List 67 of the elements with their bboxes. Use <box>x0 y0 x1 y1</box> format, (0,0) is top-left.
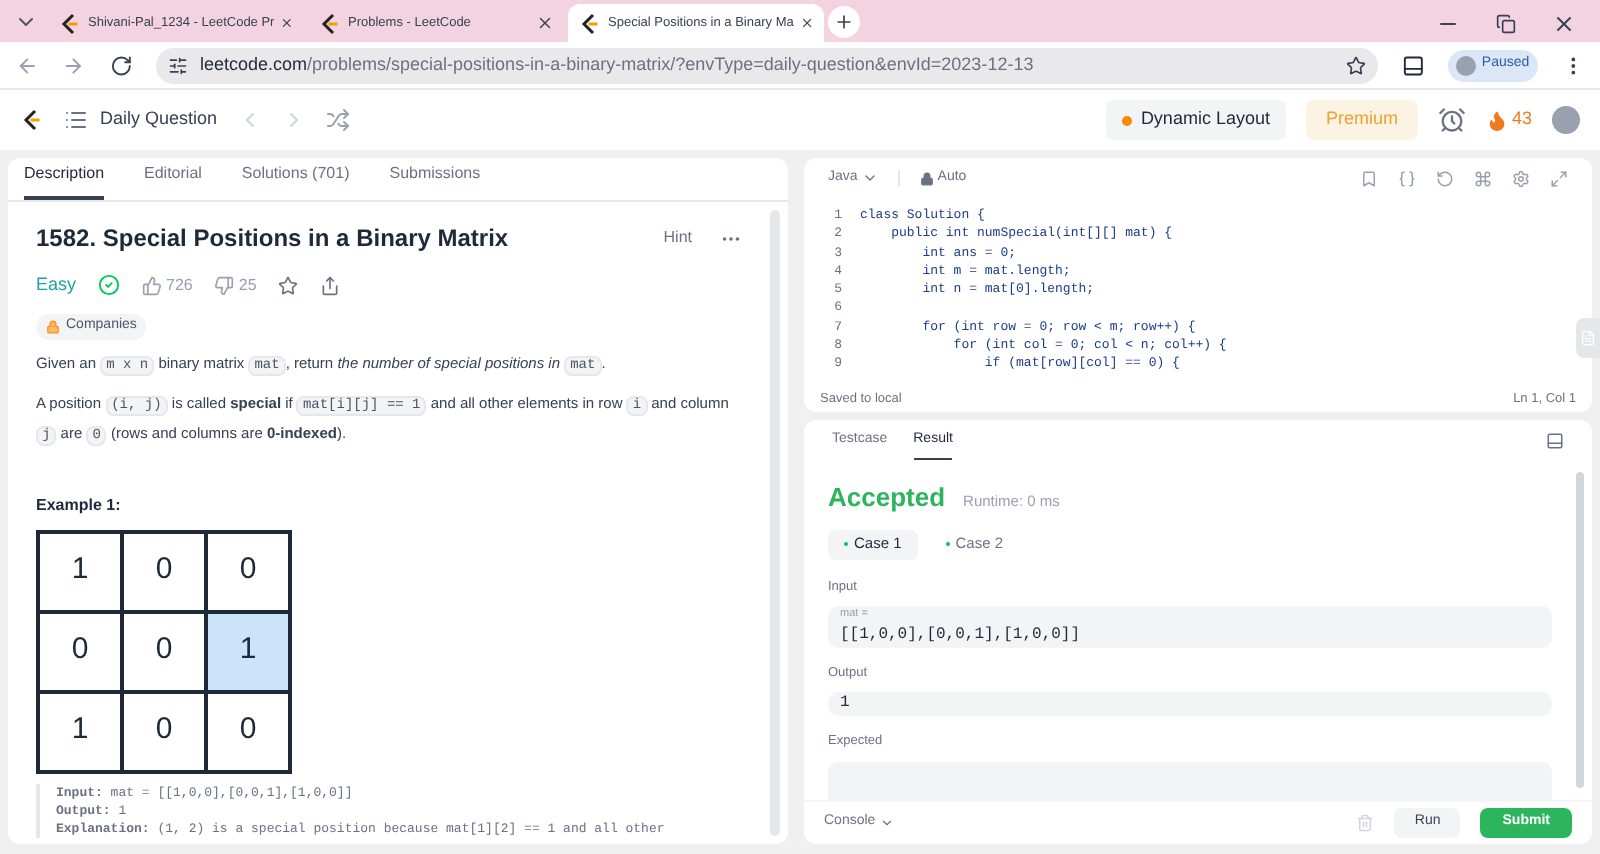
dynamic-layout-button[interactable]: Dynamic Layout <box>1106 100 1286 140</box>
shuffle-icon[interactable] <box>325 108 350 132</box>
tab[interactable]: Description <box>24 162 105 200</box>
shortcut-icon[interactable] <box>1474 169 1492 187</box>
hint-button[interactable]: Hint <box>663 226 692 250</box>
scrollbar[interactable] <box>770 210 780 836</box>
matrix-cell: 0 <box>122 691 206 771</box>
caret-icon <box>861 170 878 186</box>
input-value: [[1,0,0],[0,0,1],[1,0,0]] <box>840 623 1083 647</box>
tab[interactable]: Submissions <box>389 162 481 200</box>
address-bar[interactable]: leetcode.com/problems/special-positions-in-a-binary-matrix/?envType=daily-question&envId=2023-12-13 <box>155 47 1378 83</box>
matrix-cell: 0 <box>206 691 290 771</box>
like-button[interactable]: 726 <box>142 273 193 298</box>
page-title[interactable]: Daily Question <box>100 106 218 134</box>
caret-icon <box>879 816 894 830</box>
tab[interactable]: Editorial <box>144 162 202 200</box>
avatar <box>1455 55 1476 75</box>
thumbs-down-icon <box>214 275 235 296</box>
logo-icon <box>20 108 44 132</box>
site-settings-icon[interactable] <box>167 55 188 75</box>
bookmark-star-icon[interactable] <box>1345 55 1366 75</box>
bookmark-icon[interactable] <box>1360 169 1378 187</box>
thumbs-up-icon <box>142 275 163 296</box>
favorite-star-icon[interactable] <box>278 275 299 296</box>
close-icon[interactable] <box>1552 11 1576 35</box>
status-text: Accepted <box>828 480 946 516</box>
document-icon <box>1580 330 1596 346</box>
lock-icon <box>919 171 934 185</box>
settings-icon[interactable] <box>1512 169 1530 187</box>
logo-icon <box>578 11 602 35</box>
close-icon[interactable] <box>536 14 554 32</box>
matrix-cell: 1 <box>38 531 122 611</box>
matrix-cell: 1 <box>38 691 122 771</box>
url-text: leetcode.com/problems/special-positions-in-a-binary-matrix/?envType=daily-question&envId=2023-12-13 <box>199 51 1036 78</box>
dislike-button[interactable]: 25 <box>214 273 257 298</box>
flame-icon <box>1485 109 1508 131</box>
avatar[interactable] <box>1552 106 1580 134</box>
logo-icon <box>318 11 342 35</box>
matrix-cell: 1 <box>206 611 290 691</box>
reload-icon[interactable] <box>109 53 132 77</box>
back-icon[interactable] <box>16 53 39 77</box>
streak-counter[interactable]: 43 <box>1485 106 1532 134</box>
new-tab-icon[interactable] <box>834 12 854 32</box>
restore-icon[interactable] <box>1496 13 1516 33</box>
problem-title: 1582. Special Positions in a Binary Matrix <box>36 222 511 256</box>
matrix-cell: 0 <box>206 531 290 611</box>
scrollbar[interactable] <box>1576 472 1584 788</box>
lock-icon <box>46 319 60 333</box>
logo-icon <box>58 11 82 35</box>
expand-icon[interactable] <box>1550 169 1568 187</box>
format-braces-icon[interactable] <box>1398 169 1416 187</box>
side-panel-icon[interactable] <box>1401 53 1424 77</box>
layout-icon[interactable] <box>1546 432 1564 450</box>
tab[interactable]: Solutions (701) <box>241 162 350 200</box>
example-title: Example 1: <box>36 493 123 517</box>
matrix-cell: 0 <box>122 611 206 691</box>
solved-check-icon <box>98 274 121 297</box>
close-icon[interactable] <box>799 14 814 32</box>
reset-icon[interactable] <box>1436 169 1454 187</box>
difficulty-label: Easy <box>36 272 77 298</box>
matrix-cell: 0 <box>38 611 122 691</box>
output-value: 1 <box>840 692 850 717</box>
matrix-cell: 0 <box>122 531 206 611</box>
forward-icon[interactable] <box>62 53 86 77</box>
share-icon[interactable] <box>320 275 341 296</box>
alarm-clock-icon[interactable] <box>1437 106 1466 134</box>
close-icon[interactable] <box>280 14 294 32</box>
